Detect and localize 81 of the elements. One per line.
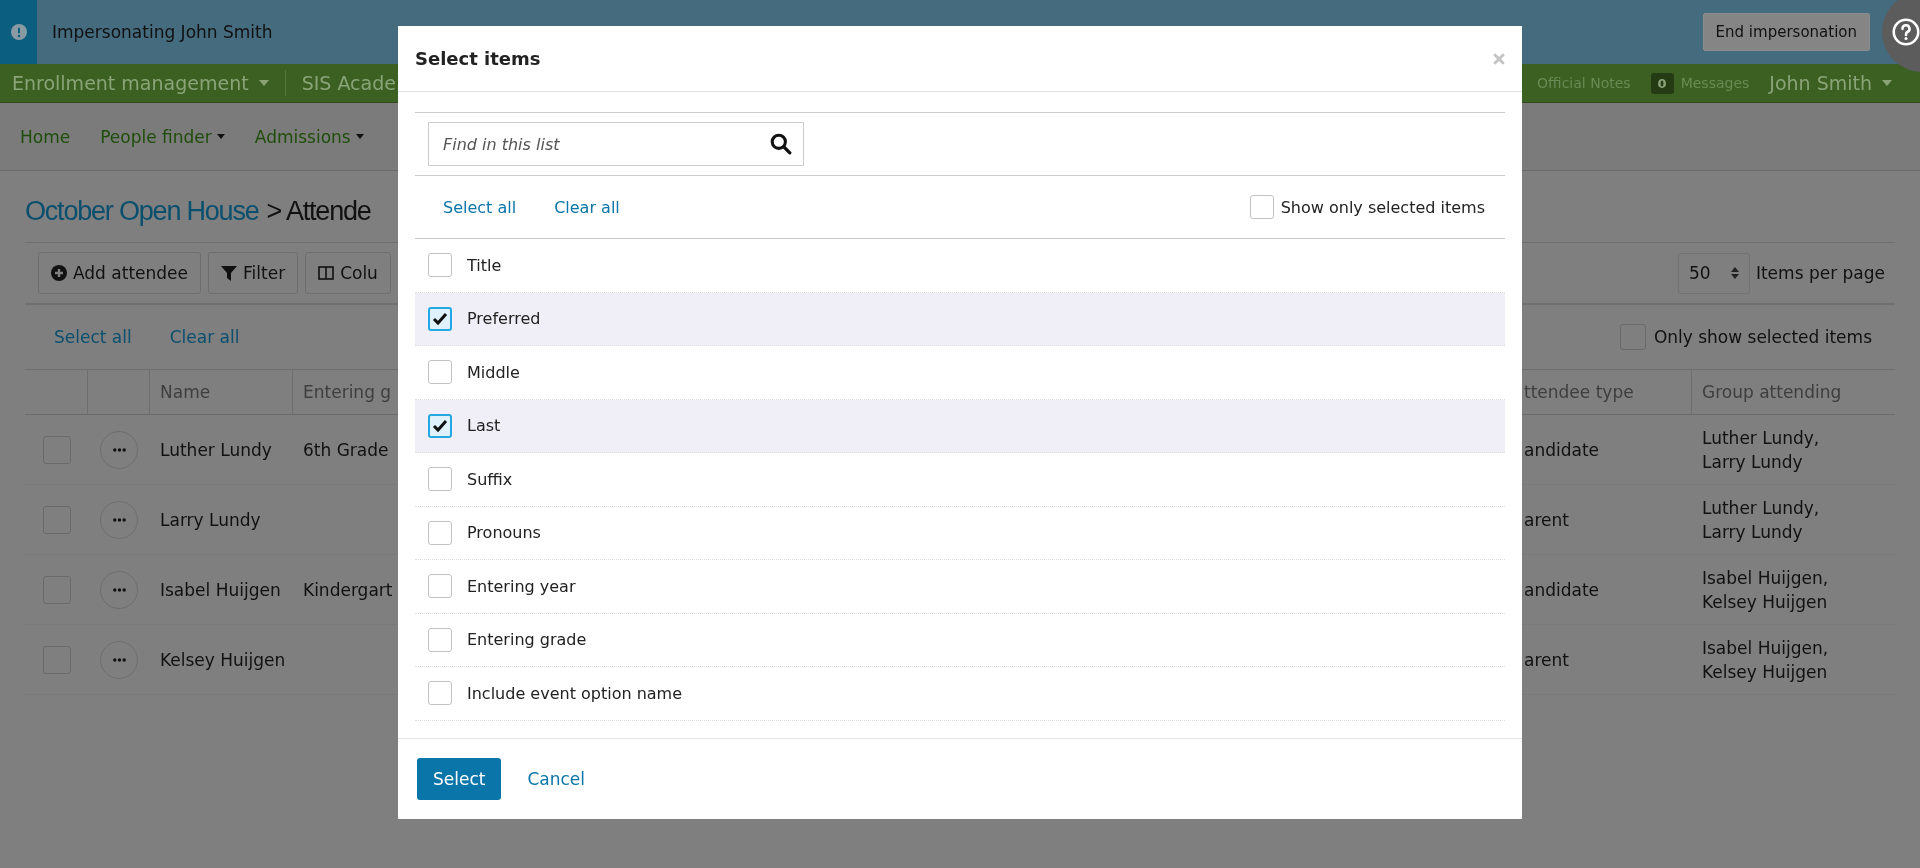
table-cell-text: Isabel Huijgen, Kelsey Huijgen	[1702, 636, 1830, 684]
table-cell-text: Larry Lundy	[160, 508, 261, 532]
alert-icon	[10, 24, 27, 40]
checkbox-label: Only show selected items	[1653, 327, 1872, 347]
help-icon[interactable]	[1892, 18, 1920, 46]
list-item[interactable]: Include event option name	[415, 667, 1505, 721]
table-cell-text: andidate	[1524, 578, 1600, 602]
select-button[interactable]: Select	[417, 758, 502, 800]
end-impersonation-button[interactable]: End impersonation	[1702, 13, 1870, 51]
cancel-link[interactable]: Cancel	[527, 769, 586, 789]
table-cell-text: Luther Lundy, Larry Lundy	[1702, 426, 1821, 474]
clear-all-link[interactable]: Clear all	[554, 197, 620, 217]
checkbox[interactable]	[1249, 195, 1274, 219]
check-icon	[432, 417, 448, 434]
list-item[interactable]: Title	[415, 239, 1505, 293]
column-header: Name	[160, 382, 211, 402]
item-label: Entering year	[467, 576, 576, 596]
checkbox[interactable]	[428, 520, 452, 545]
list-item[interactable]: Pronouns	[415, 506, 1505, 560]
table-cell-text: andidate	[1524, 438, 1600, 462]
plus-icon	[51, 265, 67, 281]
checkbox[interactable]	[428, 574, 452, 599]
list-item[interactable]: Middle	[415, 346, 1505, 400]
checkbox[interactable]	[428, 253, 452, 278]
checkbox[interactable]	[428, 413, 452, 438]
user-menu[interactable]: John Smith	[1769, 72, 1892, 94]
list-item[interactable]: Last	[415, 399, 1505, 453]
checkbox[interactable]	[428, 681, 452, 706]
table-cell-text: Isabel Huijgen, Kelsey Huijgen	[1702, 566, 1830, 614]
checkbox[interactable]	[428, 467, 452, 492]
item-label: Title	[467, 255, 502, 275]
nav-menu-item[interactable]: People finder	[100, 126, 225, 147]
column-header: Entering g	[303, 382, 392, 402]
page-size-label: Items per page	[1755, 263, 1885, 283]
item-label: Preferred	[467, 309, 541, 329]
checkbox[interactable]	[428, 627, 452, 652]
columns-icon	[318, 265, 335, 281]
search-icon	[770, 133, 792, 155]
table-cell-text: Kindergart	[303, 578, 393, 602]
check-icon	[432, 310, 448, 327]
ellipsis-icon	[111, 517, 127, 522]
list-item[interactable]: Entering grade	[415, 613, 1505, 667]
close-icon[interactable]	[1493, 52, 1505, 65]
select-all-link[interactable]: Select all	[443, 197, 517, 217]
list-item[interactable]: Entering year	[415, 560, 1505, 614]
checkbox-label: Show only selected items	[1280, 197, 1485, 217]
module-menu[interactable]: SIS Acade	[301, 72, 396, 94]
list-item[interactable]: Preferred	[415, 292, 1505, 346]
item-label: Pronouns	[467, 523, 541, 543]
dialog-title: Select items	[415, 48, 541, 69]
item-label: Include event option name	[467, 683, 683, 703]
table-cell-text: 6th Grade	[303, 438, 389, 462]
page-size-select[interactable]: 50	[1677, 252, 1750, 294]
table-cell-text: arent	[1524, 648, 1569, 672]
message-count: 0	[1650, 72, 1674, 94]
item-label: Suffix	[467, 469, 513, 489]
sort-arrows-icon	[1730, 266, 1739, 280]
page-title: > Attende	[266, 195, 371, 227]
table-cell-text: Luther Lundy, Larry Lundy	[1702, 496, 1821, 544]
list-item[interactable]: Suffix	[415, 453, 1505, 507]
ellipsis-icon	[111, 587, 127, 592]
checkbox[interactable]	[428, 306, 452, 331]
column-header: Group attending	[1702, 382, 1842, 402]
ellipsis-icon	[111, 657, 127, 662]
table-cell-text: arent	[1524, 508, 1569, 532]
table-cell-text: Kelsey Huijgen	[160, 648, 286, 672]
item-label: Entering grade	[467, 630, 587, 650]
column-header: ttendee type	[1524, 382, 1634, 402]
toolbar-button[interactable]: Add attendee	[38, 252, 201, 294]
checkbox[interactable]	[428, 360, 452, 385]
toolbar-button[interactable]: Colu	[305, 252, 391, 294]
module-menu[interactable]: Enrollment management	[12, 72, 269, 94]
toolbar-button[interactable]: Filter	[208, 252, 299, 294]
search-field[interactable]: Find in this list	[428, 122, 804, 166]
impersonation-message: Impersonating John Smith	[52, 22, 273, 42]
table-cell-text: Isabel Huijgen	[160, 578, 281, 602]
item-label: Last	[467, 416, 501, 436]
filter-icon	[221, 265, 237, 281]
item-label: Middle	[467, 362, 520, 382]
table-cell-text: Luther Lundy	[160, 438, 272, 462]
ellipsis-icon	[111, 447, 127, 452]
